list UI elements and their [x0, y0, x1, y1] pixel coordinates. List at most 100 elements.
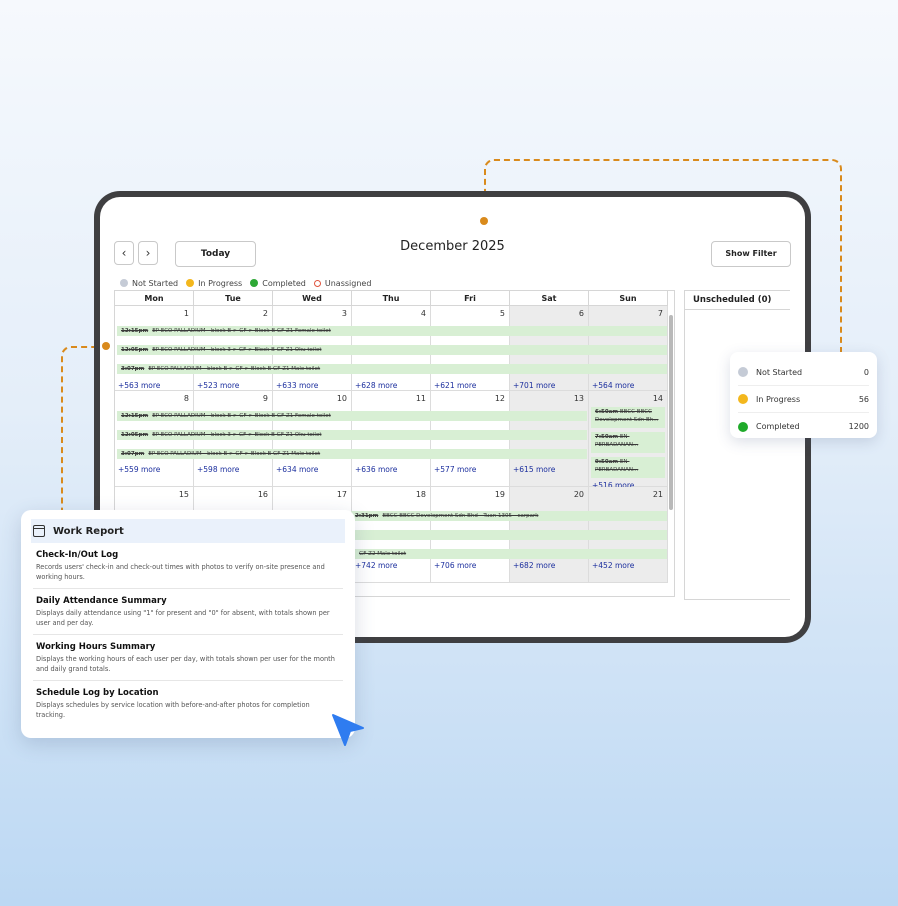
more-events-link[interactable]: +523 more	[197, 381, 239, 390]
day-number: 2	[262, 309, 268, 318]
calendar-scrollbar[interactable]	[669, 315, 673, 510]
legend-label: Not Started	[132, 279, 179, 288]
event-bar[interactable]: 12:05pm EP ECO PALLADIUM - block 3 > GF >…	[117, 430, 587, 440]
legend-completed: Completed	[250, 279, 306, 288]
more-events-link[interactable]: +636 more	[355, 465, 397, 474]
connector-node-top	[480, 217, 488, 225]
in-progress-dot	[738, 394, 748, 404]
show-filter-button[interactable]: Show Filter	[711, 241, 791, 267]
event-time: 2:31pm	[355, 513, 379, 519]
more-events-link[interactable]: +615 more	[513, 465, 555, 474]
report-item-description: Displays daily attendance using "1" for …	[36, 609, 330, 627]
day-number: 3	[341, 309, 347, 318]
calendar-toolbar: ‹ › Today December 2025 Show Filter	[114, 235, 791, 267]
more-events-link[interactable]: +633 more	[276, 381, 318, 390]
more-events-link[interactable]: +598 more	[197, 465, 239, 474]
day-number: 20	[573, 490, 584, 499]
more-events-link[interactable]: +564 more	[592, 381, 634, 390]
event-bar[interactable]: 12:05pm EP ECO PALLADIUM - block 3 > GF >…	[117, 345, 667, 355]
event-bar[interactable]	[351, 530, 667, 540]
status-count: 56	[858, 394, 869, 404]
completed-dot	[738, 421, 748, 432]
day-number: 1	[183, 309, 189, 318]
event-title: EP ECO PALLADIUM - block B > GF > Block …	[152, 413, 331, 419]
day-number: 9	[262, 394, 268, 403]
report-item-working-hours-summary[interactable]: Working Hours Summary Displays the worki…	[33, 635, 343, 682]
day-number: 14	[652, 394, 663, 403]
more-events-link[interactable]: +621 more	[434, 381, 476, 390]
day-number: 5	[499, 309, 505, 318]
day-number: 19	[494, 490, 505, 499]
status-row-not-started: Not Started 0	[738, 359, 869, 386]
more-events-link[interactable]: +701 more	[513, 381, 555, 390]
event-time: 3:07pm	[121, 451, 145, 457]
day-number: 8	[183, 394, 189, 403]
connector-line-right	[840, 215, 842, 353]
event-bar[interactable]: GF Z2 Male toilet	[351, 549, 667, 559]
day-number: 4	[420, 309, 426, 318]
report-item-schedule-log-by-location[interactable]: Schedule Log by Location Displays schedu…	[33, 681, 343, 726]
day-header-sat: Sat	[510, 291, 589, 306]
event-title: GF Z2 Male toilet	[359, 551, 407, 557]
day-number: 21	[652, 490, 663, 499]
status-legend: Not Started In Progress Completed Unassi…	[120, 279, 373, 288]
day-number: 13	[573, 394, 584, 403]
legend-not-started: Not Started	[120, 279, 178, 288]
status-count: 0	[863, 367, 869, 377]
day-number: 17	[336, 490, 347, 499]
event-time: 6:50am	[595, 409, 619, 415]
not-started-dot	[738, 367, 748, 377]
legend-label: Completed	[262, 279, 306, 288]
day-number: 11	[415, 394, 426, 403]
unscheduled-panel: Unscheduled (0)	[684, 290, 790, 600]
event-bar[interactable]: 6:50am BBCC-BBCC Development Sdn Bh...	[591, 407, 665, 428]
legend-label: Unassigned	[324, 279, 372, 288]
event-time: 12:15pm	[121, 413, 149, 419]
event-title: EP ECO PALLADIUM - block B > GF > Block …	[152, 328, 331, 334]
work-report-header: Work Report	[31, 519, 345, 543]
event-time: 3:07pm	[121, 366, 145, 372]
day-header-sun: Sun	[589, 291, 668, 306]
calendar-icon	[33, 525, 45, 537]
more-events-link[interactable]: +577 more	[434, 465, 476, 474]
legend-in-progress: In Progress	[186, 279, 242, 288]
more-events-link[interactable]: +628 more	[355, 381, 397, 390]
unassigned-icon	[313, 280, 321, 287]
report-item-title: Working Hours Summary	[36, 642, 156, 653]
more-events-link[interactable]: +563 more	[118, 381, 160, 390]
more-events-link[interactable]: +742 more	[355, 561, 397, 570]
day-number: 15	[178, 490, 189, 499]
event-bar[interactable]: 3:07pm EP ECO PALLADIUM - block B > GF > …	[117, 364, 667, 374]
day-header-tue: Tue	[194, 291, 273, 306]
day-header-thu: Thu	[352, 291, 431, 306]
report-item-title: Check-In/Out Log	[36, 550, 119, 560]
more-events-link[interactable]: +559 more	[118, 465, 160, 474]
event-bar[interactable]: 7:50am EN- PERBADANAN...	[591, 432, 665, 453]
event-bar[interactable]: 2:31pm BBCC-BBCC Development Sdn Bhd - Tu…	[351, 511, 667, 521]
report-item-title: Schedule Log by Location	[36, 688, 159, 699]
unscheduled-header: Unscheduled (0)	[685, 290, 790, 310]
event-bar[interactable]: 12:15pm EP ECO PALLADIUM - block B > GF >…	[117, 411, 587, 421]
event-bar[interactable]: 9:50am EN- PERBADANAN...	[591, 457, 665, 478]
status-count: 1200	[848, 422, 869, 431]
completed-dot	[250, 279, 259, 287]
event-title: EP ECO PALLADIUM - block 3 > GF > Block …	[152, 347, 322, 353]
report-item-description: Displays the working hours of each user …	[36, 655, 335, 673]
event-bar[interactable]: 3:07pm EP ECO PALLADIUM - block B > GF > …	[117, 449, 587, 459]
more-events-link[interactable]: +706 more	[434, 561, 476, 570]
event-time: 9:50am	[595, 459, 619, 465]
more-events-link[interactable]: +682 more	[513, 561, 555, 570]
event-time: 12:05pm	[121, 432, 149, 438]
day-number: 18	[415, 490, 426, 499]
more-events-link[interactable]: +452 more	[592, 561, 634, 570]
event-bar[interactable]: 12:15pm EP ECO PALLADIUM - block B > GF >…	[117, 326, 667, 336]
status-label: Completed	[756, 422, 800, 431]
more-events-link[interactable]: +634 more	[276, 465, 318, 474]
report-item-daily-attendance-summary[interactable]: Daily Attendance Summary Displays daily …	[33, 589, 343, 636]
report-item-description: Displays schedules by service location w…	[36, 701, 310, 719]
report-item-check-in-out-log[interactable]: Check-In/Out Log Records users' check-in…	[33, 543, 343, 590]
day-number: 16	[257, 490, 268, 499]
day-header-mon: Mon	[115, 291, 194, 306]
work-report-title: Work Report	[53, 525, 124, 537]
month-title: December 2025	[400, 239, 505, 254]
